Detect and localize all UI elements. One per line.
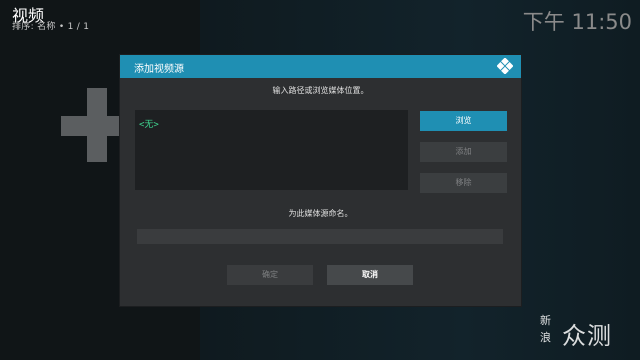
- watermark-char-2: 浪: [540, 331, 551, 344]
- path-prompt: 输入路径或浏览媒体位置。: [272, 86, 369, 95]
- clock: 下午 11:50: [522, 10, 632, 34]
- name-prompt: 为此媒体源命名。: [288, 209, 353, 218]
- plus-vertical-bar: [87, 88, 107, 162]
- watermark-char-1: 新: [540, 314, 551, 327]
- watermark-text: 众测: [562, 322, 612, 350]
- add-button[interactable]: 添加: [420, 142, 507, 162]
- kodi-logo-icon: [497, 58, 513, 74]
- cancel-button[interactable]: 取消: [327, 265, 413, 285]
- source-path-list[interactable]: <无>: [135, 110, 408, 190]
- source-name-input[interactable]: [137, 229, 503, 244]
- add-video-source-dialog: 添加视频源 输入路径或浏览媒体位置。 <无> 浏览 添加 移除 为此媒体源命名。…: [120, 55, 521, 306]
- sort-info: 排序: 名称 • 1 / 1: [12, 22, 90, 32]
- watermark-logo: 新 浪 众测: [540, 312, 630, 352]
- path-list-item[interactable]: <无>: [139, 117, 159, 130]
- dialog-title: 添加视频源: [134, 64, 184, 75]
- remove-button[interactable]: 移除: [420, 173, 507, 193]
- ok-button[interactable]: 确定: [227, 265, 313, 285]
- dialog-header: 添加视频源: [120, 55, 521, 78]
- browse-button[interactable]: 浏览: [420, 111, 507, 131]
